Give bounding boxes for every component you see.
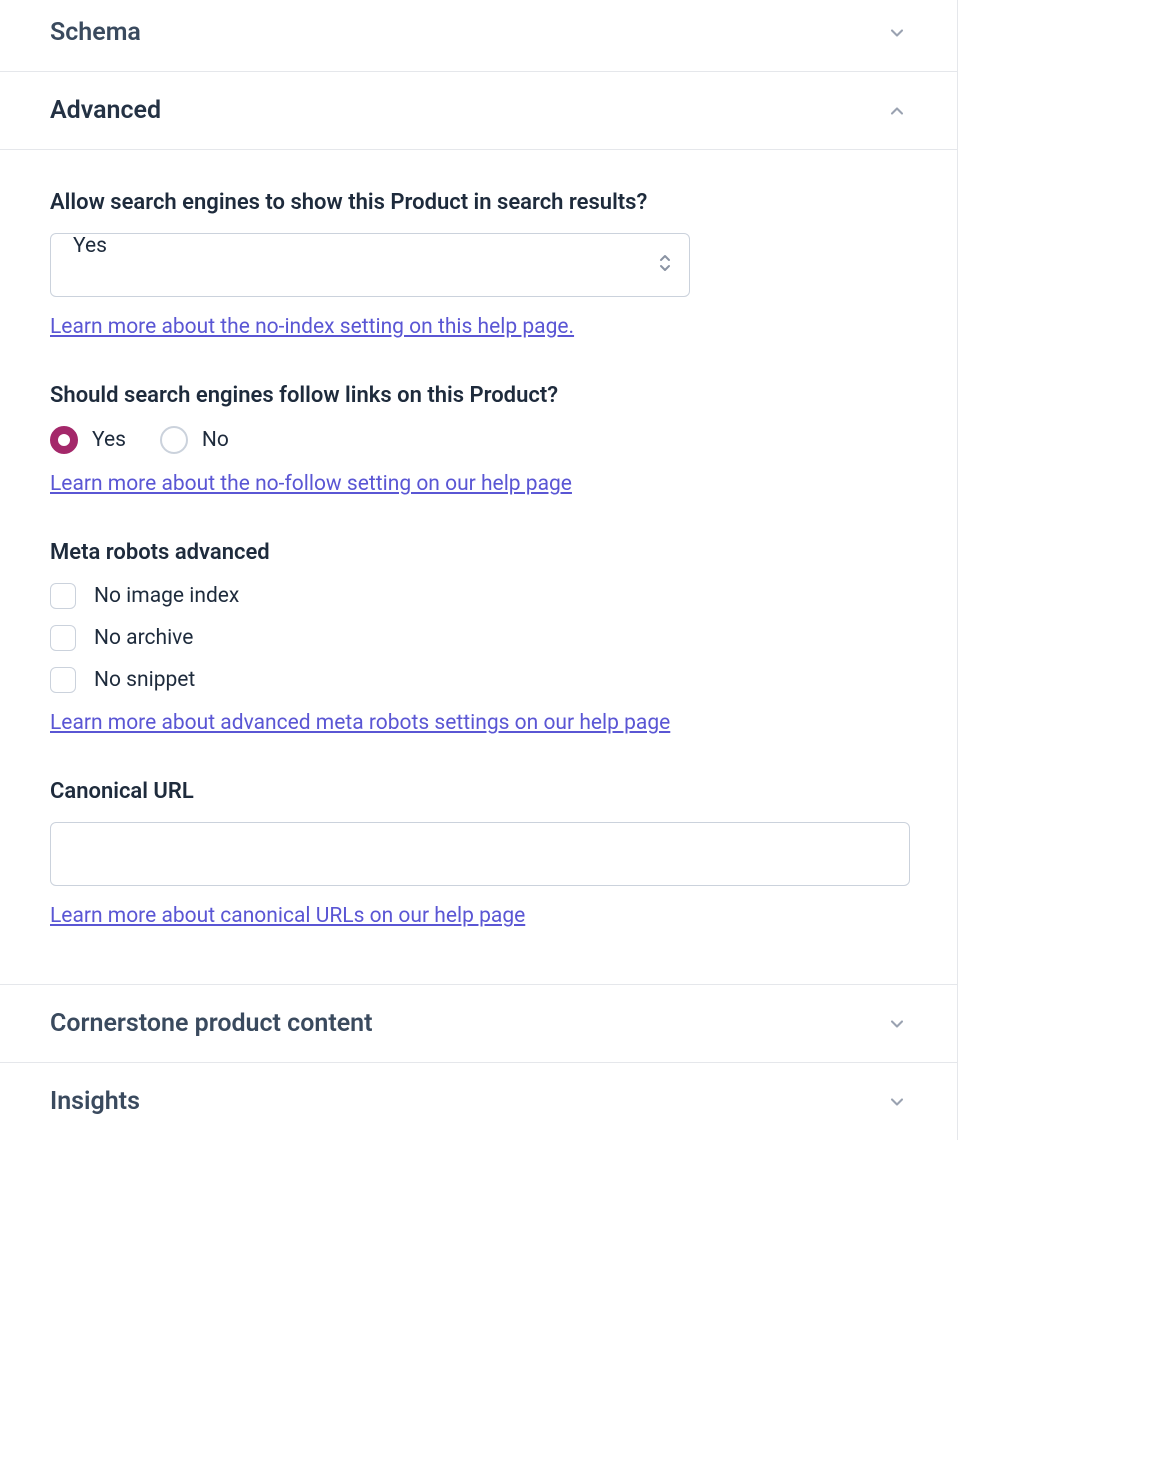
- chevron-down-icon: [887, 1092, 907, 1112]
- meta-robots-label: Meta robots advanced: [50, 540, 907, 565]
- field-meta-robots: Meta robots advanced No image index No a…: [50, 540, 907, 735]
- section-header-insights[interactable]: Insights: [0, 1063, 957, 1140]
- checkbox-label: No image index: [94, 584, 239, 608]
- meta-robots-check-no-snippet[interactable]: No snippet: [50, 667, 907, 693]
- canonical-url-input[interactable]: [50, 822, 910, 886]
- canonical-url-label: Canonical URL: [50, 779, 907, 804]
- allow-search-select-wrap: Yes: [50, 233, 690, 297]
- follow-links-radio-yes[interactable]: Yes: [50, 426, 126, 454]
- meta-robots-help-link[interactable]: Learn more about advanced meta robots se…: [50, 711, 670, 735]
- allow-search-label: Allow search engines to show this Produc…: [50, 190, 907, 215]
- radio-icon: [160, 426, 188, 454]
- meta-robots-checklist: No image index No archive No snippet: [50, 583, 907, 693]
- follow-links-label: Should search engines follow links on th…: [50, 383, 907, 408]
- chevron-down-icon: [887, 23, 907, 43]
- follow-links-help-link[interactable]: Learn more about the no-follow setting o…: [50, 472, 572, 496]
- section-title: Schema: [50, 18, 141, 47]
- follow-links-radio-group: Yes No: [50, 426, 907, 454]
- meta-robots-check-no-archive[interactable]: No archive: [50, 625, 907, 651]
- checkbox-icon: [50, 667, 76, 693]
- radio-icon: [50, 426, 78, 454]
- section-header-cornerstone[interactable]: Cornerstone product content: [0, 985, 957, 1063]
- follow-links-radio-no[interactable]: No: [160, 426, 229, 454]
- field-canonical-url: Canonical URL Learn more about canonical…: [50, 779, 907, 928]
- checkbox-icon: [50, 625, 76, 651]
- section-header-advanced[interactable]: Advanced: [0, 72, 957, 150]
- field-allow-search: Allow search engines to show this Produc…: [50, 190, 907, 339]
- field-follow-links: Should search engines follow links on th…: [50, 383, 907, 496]
- chevron-down-icon: [887, 1014, 907, 1034]
- section-title: Insights: [50, 1087, 140, 1116]
- canonical-url-help-link[interactable]: Learn more about canonical URLs on our h…: [50, 904, 525, 928]
- section-title: Advanced: [50, 96, 161, 125]
- checkbox-label: No snippet: [94, 668, 195, 692]
- allow-search-help-link[interactable]: Learn more about the no-index setting on…: [50, 315, 574, 339]
- radio-label: Yes: [92, 428, 126, 452]
- checkbox-label: No archive: [94, 626, 193, 650]
- meta-robots-check-no-image-index[interactable]: No image index: [50, 583, 907, 609]
- advanced-section-body: Allow search engines to show this Produc…: [0, 150, 957, 985]
- radio-label: No: [202, 428, 229, 452]
- allow-search-select[interactable]: Yes: [50, 233, 690, 297]
- section-header-schema[interactable]: Schema: [0, 0, 957, 72]
- section-title: Cornerstone product content: [50, 1009, 373, 1038]
- checkbox-icon: [50, 583, 76, 609]
- chevron-up-icon: [887, 101, 907, 121]
